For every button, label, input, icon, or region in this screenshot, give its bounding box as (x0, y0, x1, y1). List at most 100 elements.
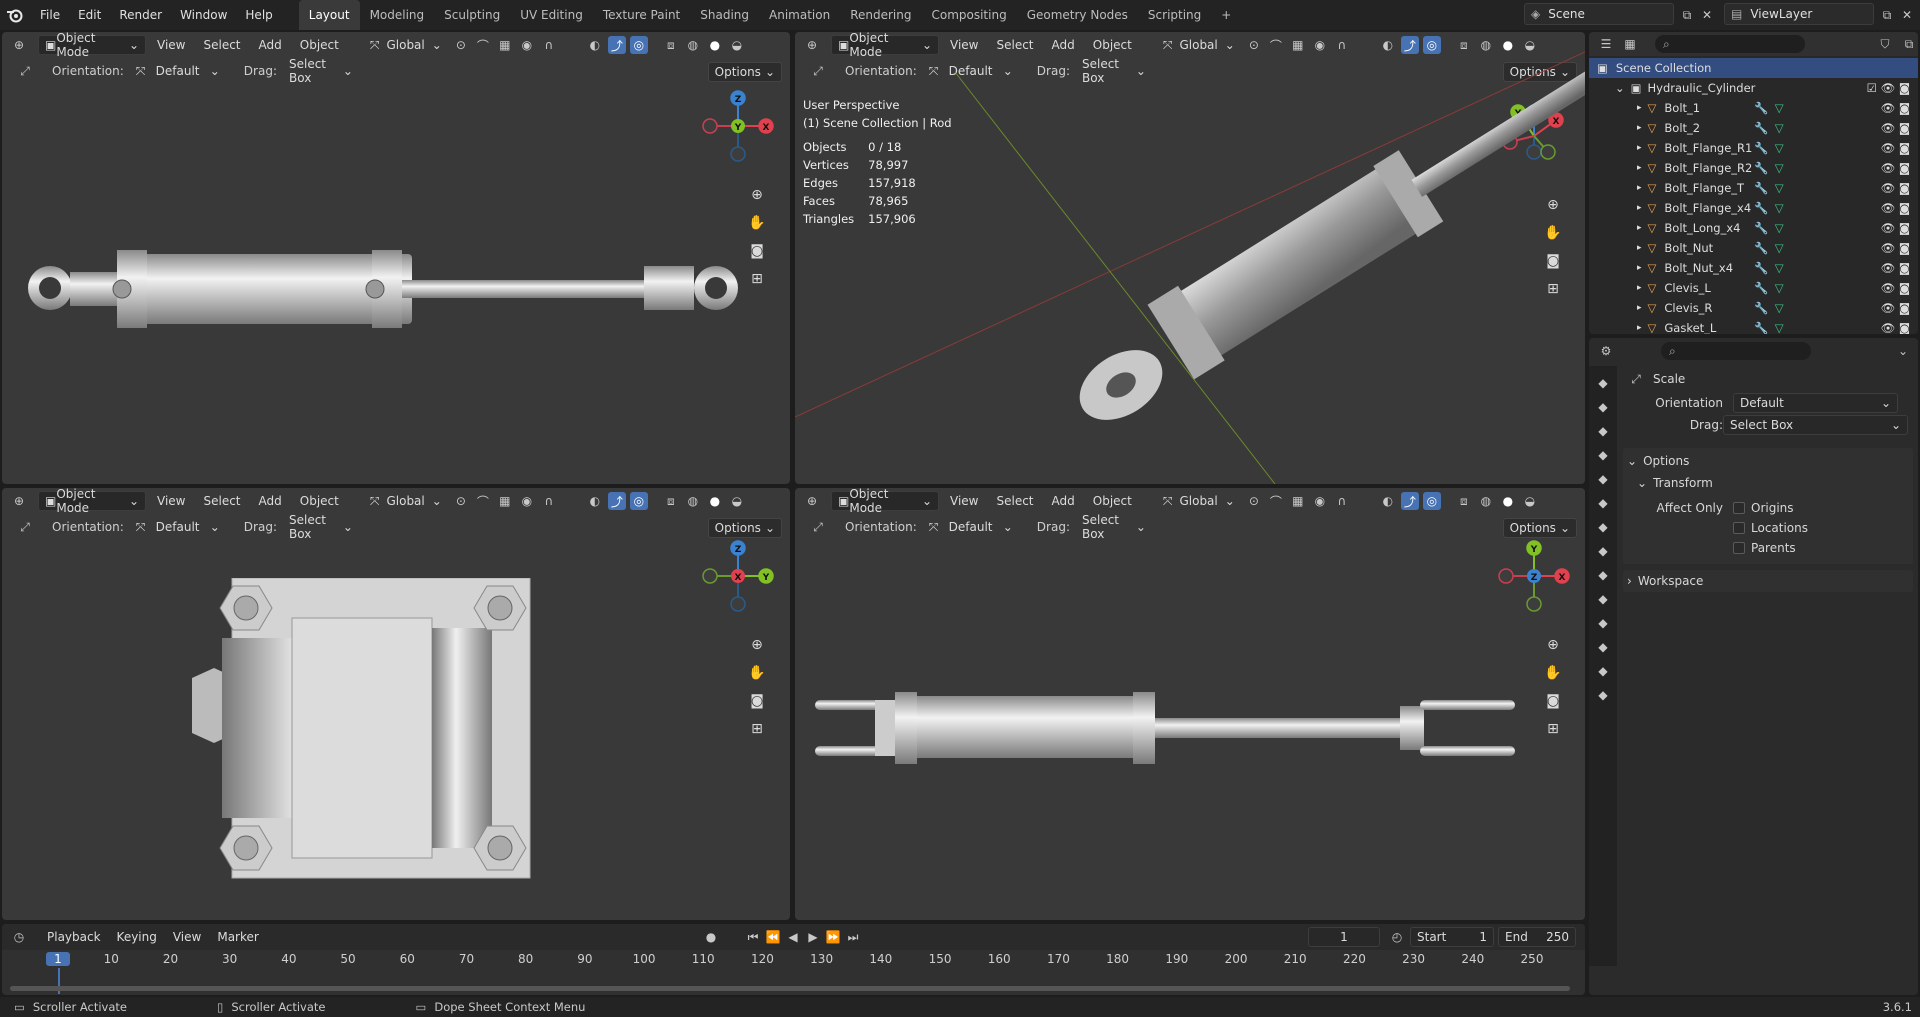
pivot-icon[interactable]: ⊙ (452, 492, 470, 510)
object-icon[interactable]: ◆ (1594, 518, 1612, 536)
eye-icon[interactable]: 👁 (1881, 121, 1896, 135)
camera-icon[interactable]: ◙ (746, 690, 768, 712)
outliner-item[interactable]: ▸ ▽ Bolt_Long_x4 🔧 ▽ 👁 ◙ (1589, 218, 1918, 238)
cylinder-front-view[interactable] (22, 242, 742, 332)
material-shading-icon[interactable]: ◒ (728, 492, 746, 510)
camera-icon[interactable]: ◙ (1899, 221, 1910, 235)
checkbox-box[interactable] (1733, 542, 1745, 554)
checkbox-origins[interactable]: Origins (1733, 498, 1808, 518)
checkbox-box[interactable] (1733, 522, 1745, 534)
outliner-item[interactable]: ▸ ▽ Clevis_L 🔧 ▽ 👁 ◙ (1589, 278, 1918, 298)
jump-end-icon[interactable]: ⏭ (844, 928, 862, 946)
eye-icon[interactable]: 👁 (1881, 221, 1896, 235)
wireframe-shading-icon[interactable]: ◍ (684, 492, 702, 510)
outliner-item[interactable]: ▸ ▽ Bolt_Flange_R1 🔧 ▽ 👁 ◙ (1589, 138, 1918, 158)
tab-modeling[interactable]: Modeling (360, 0, 435, 30)
menu-add[interactable]: Add (252, 494, 289, 508)
tool-icon[interactable]: ⤢ (16, 518, 34, 536)
outliner-collection[interactable]: ⌄ ▣ Hydraulic_Cylinder ☑ 👁 ◙ (1589, 78, 1918, 98)
outliner-item[interactable]: ▸ ▽ Bolt_Flange_T 🔧 ▽ 👁 ◙ (1589, 178, 1918, 198)
orientation-dropdown[interactable]: ⤧ Default ⌄ (923, 517, 1019, 537)
gizmo-icon[interactable]: ⤴ (607, 36, 626, 54)
drag-dropdown[interactable]: Select Box ⌄ (283, 513, 359, 541)
scene-selector[interactable]: ◈ Scene (1524, 3, 1674, 25)
properties-search[interactable]: ⌕ (1661, 342, 1811, 360)
delete-viewlayer-icon[interactable]: ✕ (1898, 6, 1916, 24)
proportional-edit-icon[interactable]: ◉ (518, 492, 536, 510)
pan-hand-icon[interactable]: ✋ (1542, 662, 1564, 684)
menu-render[interactable]: Render (111, 5, 170, 25)
drag-dropdown[interactable]: Select Box ⌄ (1723, 415, 1908, 435)
menu-object[interactable]: Object (1086, 494, 1139, 508)
transform-orientation-dropdown[interactable]: ⤧ Global ⌄ (364, 35, 448, 55)
timeline-ruler[interactable]: 1 10 20 30 40 50 60 70 80 90 100 110 120 130 140 150 160… (2, 950, 1585, 995)
pivot-icon[interactable]: ⊙ (452, 36, 470, 54)
data-icon[interactable]: ◆ (1594, 638, 1612, 656)
viewport-front[interactable]: ⊕ ▣ Object Mode ⌄ View Select Add Object ⤧… (2, 32, 790, 484)
camera-icon[interactable]: ◙ (1899, 161, 1910, 175)
play-reverse-icon[interactable]: ◀ (784, 928, 802, 946)
options-dropdown[interactable]: Options ⌄ (1502, 518, 1577, 538)
new-collection-icon[interactable]: ⧉ (1900, 35, 1918, 53)
snap-icon[interactable]: ⌒ (474, 492, 492, 510)
grid-icon[interactable]: ⊞ (746, 718, 768, 740)
outliner-item[interactable]: ▸ ▽ Bolt_Flange_R2 🔧 ▽ 👁 ◙ (1589, 158, 1918, 178)
timeline-scrollbar[interactable] (10, 986, 1570, 991)
orientation-dropdown[interactable]: ⤧ Default ⌄ (130, 61, 226, 81)
camera-icon[interactable]: ◙ (1899, 101, 1910, 115)
tab-animation[interactable]: Animation (759, 0, 840, 30)
filter-icon[interactable]: ⛉ (1876, 35, 1894, 53)
menu-view[interactable]: View (150, 38, 192, 52)
eye-icon[interactable]: 👁 (1881, 161, 1896, 175)
menu-object[interactable]: Object (293, 494, 346, 508)
tab-layout[interactable]: Layout (298, 0, 360, 30)
delete-scene-icon[interactable]: ✕ (1698, 6, 1716, 24)
visibility-icon[interactable]: ◐ (586, 492, 604, 510)
texture-icon[interactable]: ◆ (1594, 686, 1612, 704)
play-icon[interactable]: ▶ (804, 928, 822, 946)
overlay-icon[interactable]: ◎ (629, 36, 648, 54)
material-shading-icon[interactable]: ◒ (1521, 492, 1539, 510)
outliner-item[interactable]: ▸ ▽ Bolt_Nut_x4 🔧 ▽ 👁 ◙ (1589, 258, 1918, 278)
camera-icon[interactable]: ◙ (1899, 141, 1910, 155)
tool-icon[interactable]: ⤢ (16, 62, 34, 80)
menu-add[interactable]: Add (252, 38, 289, 52)
world-icon[interactable]: ◆ (1594, 494, 1612, 512)
eye-icon[interactable]: 👁 (1881, 201, 1896, 215)
prev-keyframe-icon[interactable]: ⏪ (764, 928, 782, 946)
mode-dropdown[interactable]: ▣ Object Mode ⌄ (38, 32, 146, 59)
checkbox-locations[interactable]: Locations (1733, 518, 1808, 538)
visibility-icon[interactable]: ◐ (586, 36, 604, 54)
menu-edit[interactable]: Edit (70, 5, 109, 25)
workspace-panel[interactable]: › Workspace (1623, 570, 1913, 592)
outliner-root[interactable]: ▣ Scene Collection (1589, 58, 1918, 78)
display-mode-icon[interactable]: ▦ (1621, 35, 1639, 53)
tab-texture-paint[interactable]: Texture Paint (593, 0, 690, 30)
navigation-gizmo[interactable]: Z X Y (702, 90, 774, 162)
tab-rendering[interactable]: Rendering (840, 0, 921, 30)
tab-compositing[interactable]: Compositing (921, 0, 1016, 30)
eye-icon[interactable]: 👁 (1881, 301, 1896, 315)
gizmo-icon[interactable]: ⤴ (1400, 492, 1419, 510)
pivot-icon[interactable]: ⊙ (1245, 492, 1263, 510)
solid-shading-icon[interactable]: ● (706, 492, 724, 510)
start-frame-field[interactable]: Start 1 (1410, 927, 1494, 947)
new-scene-icon[interactable]: ⧉ (1678, 6, 1696, 24)
tab-add[interactable]: + (1211, 0, 1241, 30)
xray-icon[interactable]: ⧈ (662, 492, 680, 510)
proportional-edit-icon[interactable]: ◉ (1311, 492, 1329, 510)
camera-icon[interactable]: ◙ (1899, 121, 1910, 135)
snap-target-icon[interactable]: ▦ (1289, 492, 1307, 510)
menu-add[interactable]: Add (1045, 494, 1082, 508)
editor-type-icon[interactable]: ⚙ (1597, 342, 1615, 360)
material-shading-icon[interactable]: ◒ (728, 36, 746, 54)
menu-playback[interactable]: Playback (40, 930, 108, 944)
options-dropdown[interactable]: Options ⌄ (707, 62, 782, 82)
tab-geometry-nodes[interactable]: Geometry Nodes (1017, 0, 1138, 30)
checkbox-box[interactable] (1733, 502, 1745, 514)
current-frame-field[interactable]: 1 (1308, 927, 1380, 947)
menu-file[interactable]: File (32, 5, 68, 25)
outliner-search[interactable]: ⌕ (1655, 35, 1805, 53)
orientation-dropdown[interactable]: ⤧ Default ⌄ (130, 517, 226, 537)
tab-scripting[interactable]: Scripting (1138, 0, 1211, 30)
